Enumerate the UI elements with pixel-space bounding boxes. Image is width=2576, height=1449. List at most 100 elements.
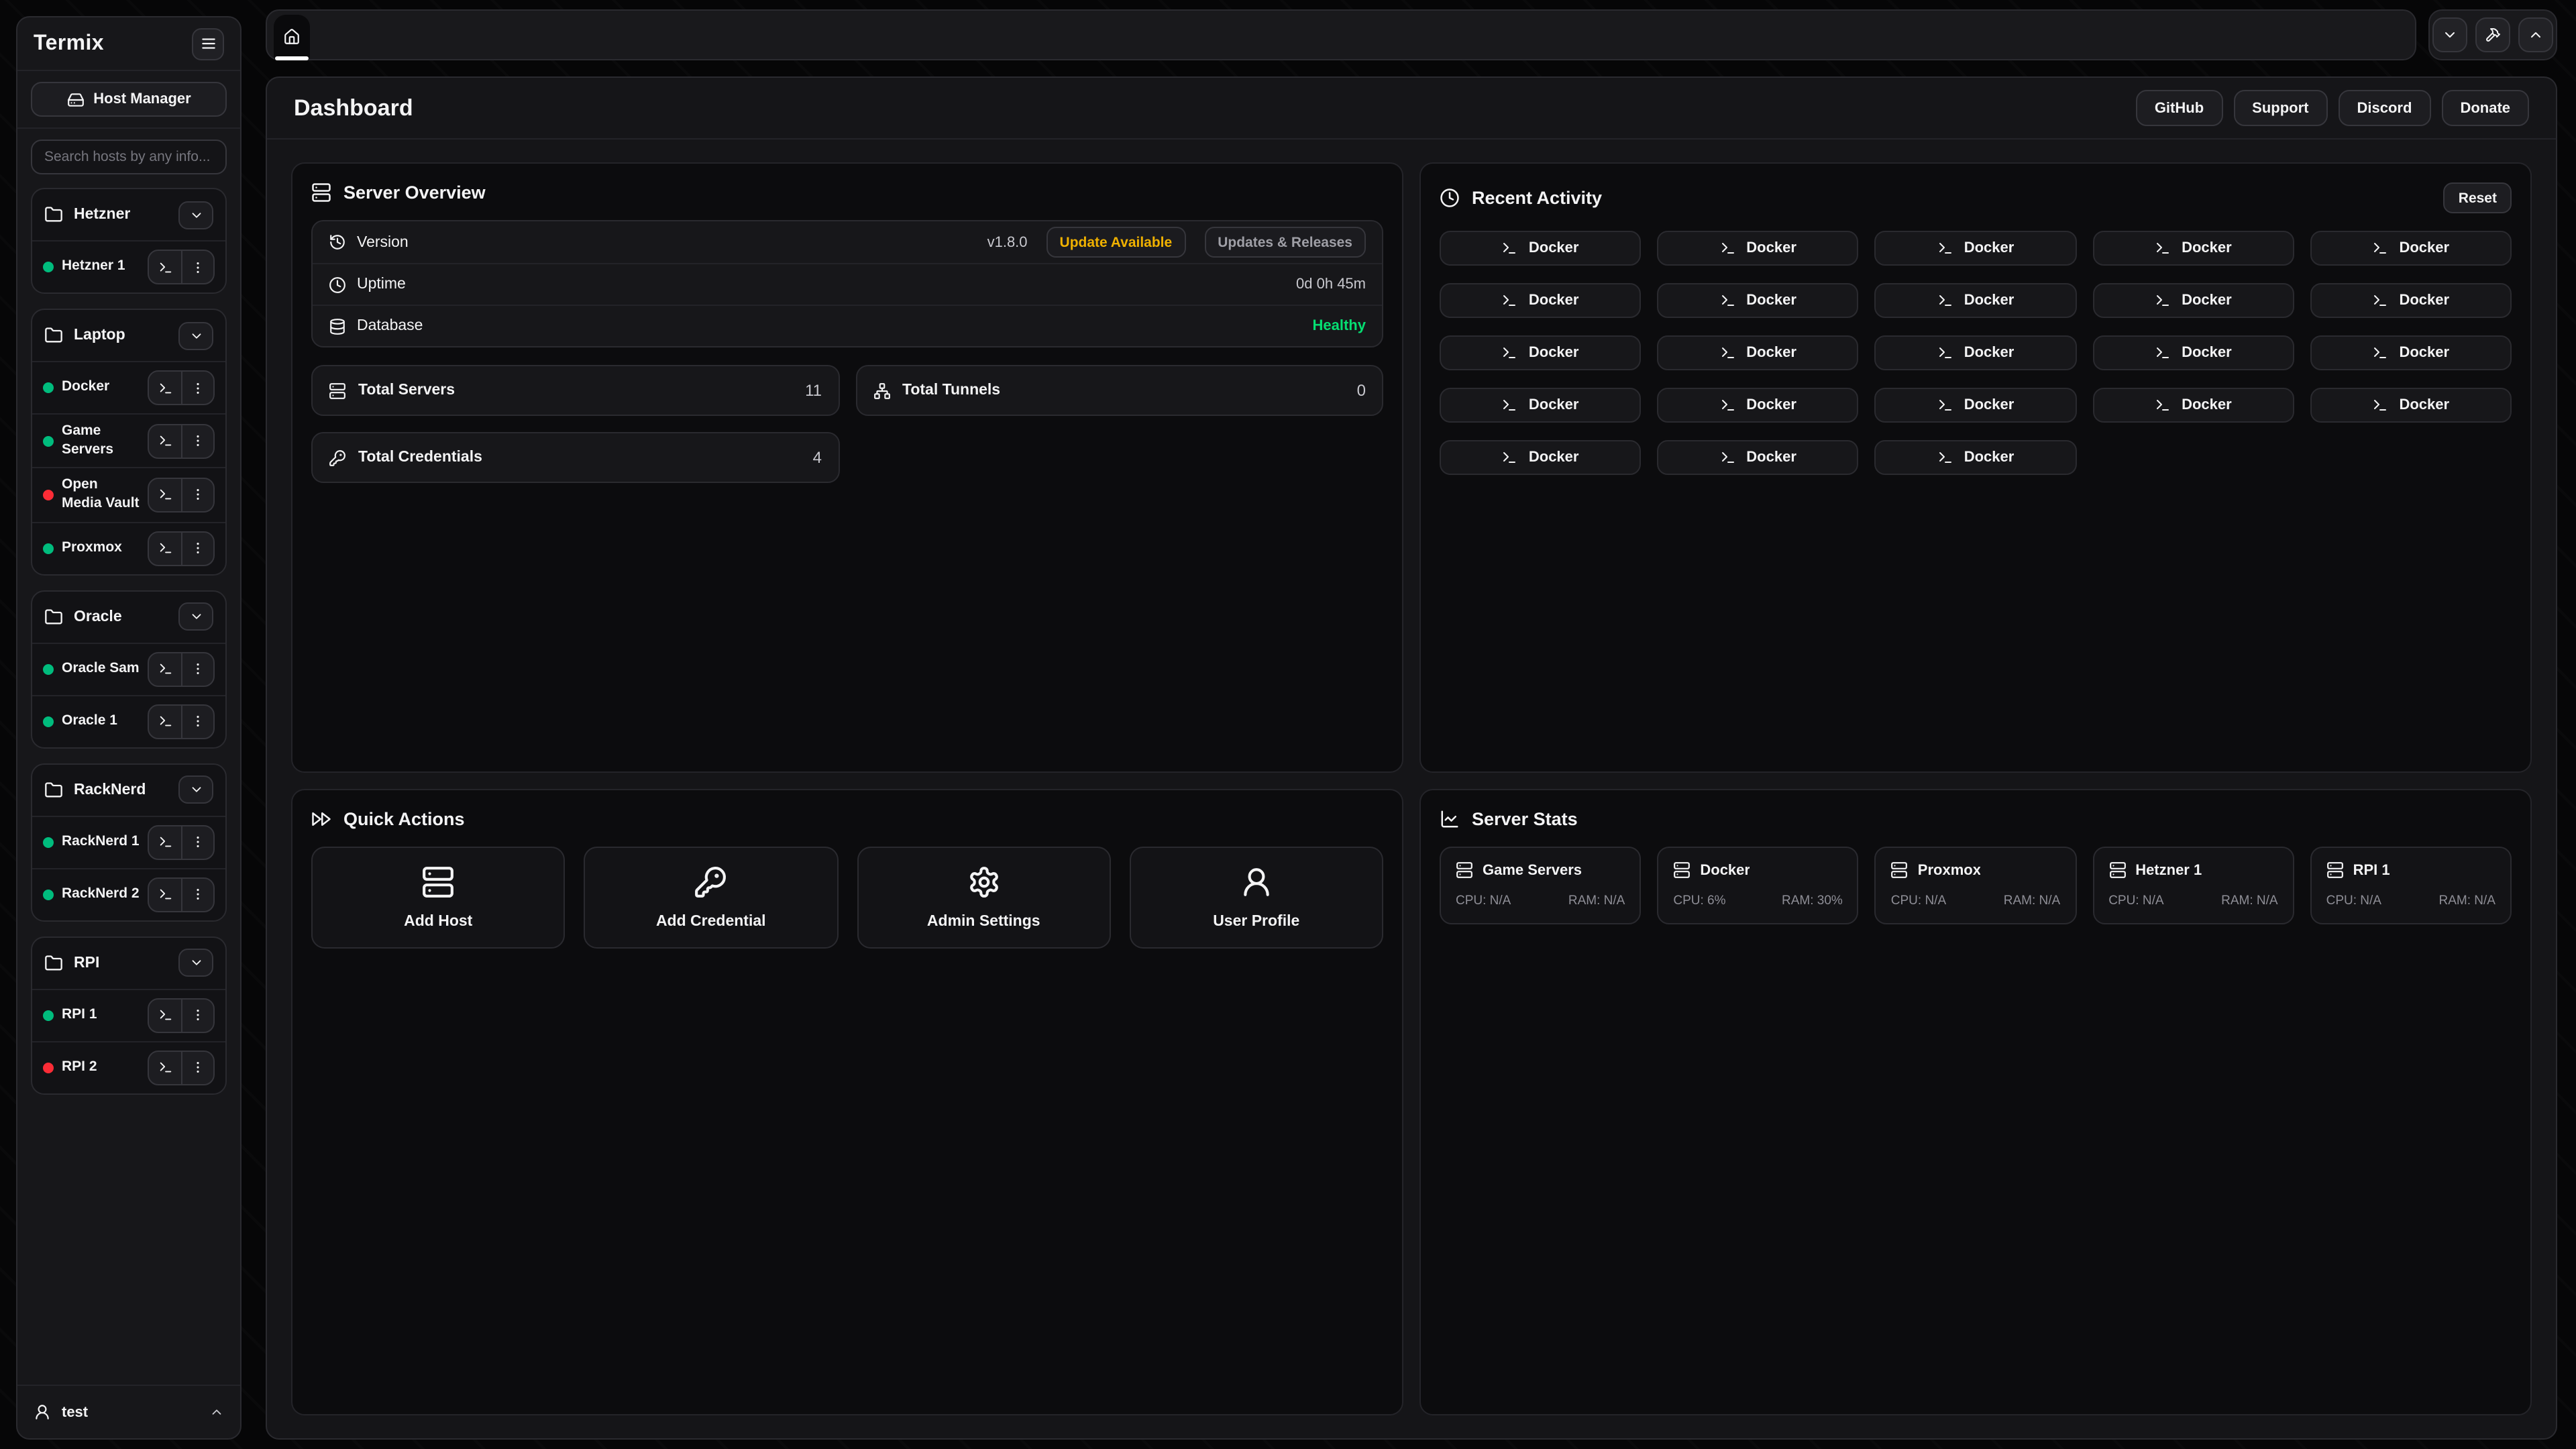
open-terminal-button[interactable] xyxy=(149,826,181,858)
activity-item-button[interactable]: Docker xyxy=(2310,388,2512,423)
activity-item-button[interactable]: Docker xyxy=(2092,231,2294,266)
open-terminal-button[interactable] xyxy=(149,532,181,564)
activity-item-button[interactable]: Docker xyxy=(1657,388,1858,423)
activity-item-button[interactable]: Docker xyxy=(2310,335,2512,370)
group-collapse-button[interactable] xyxy=(178,949,213,977)
host-groups-list: Hetzner Hetzner 1 xyxy=(17,177,240,1385)
status-dot xyxy=(43,663,54,674)
host-row[interactable]: RackNerd 2 xyxy=(32,867,225,920)
activity-item-button[interactable]: Docker xyxy=(2092,388,2294,423)
host-menu-button[interactable] xyxy=(181,251,213,283)
server-stats-header: Server Stats xyxy=(1440,809,2512,829)
host-row[interactable]: Proxmox xyxy=(32,521,225,574)
host-menu-button[interactable] xyxy=(181,705,213,737)
host-row[interactable]: Docker xyxy=(32,361,225,413)
activity-item-button[interactable]: Docker xyxy=(1875,335,2076,370)
open-terminal-button[interactable] xyxy=(149,999,181,1031)
add-credential-button[interactable]: Add Credential xyxy=(584,847,839,949)
host-name: Game Servers xyxy=(62,423,140,460)
host-menu-button[interactable] xyxy=(181,1051,213,1083)
activity-item-button[interactable]: Docker xyxy=(1440,283,1641,318)
status-dot xyxy=(43,1062,54,1073)
host-row[interactable]: Hetzner 1 xyxy=(32,240,225,292)
updates-releases-button[interactable]: Updates & Releases xyxy=(1204,227,1366,258)
host-manager-button[interactable]: Host Manager xyxy=(31,82,227,117)
collapse-tabs-button[interactable] xyxy=(2432,17,2467,52)
expand-tabs-button[interactable] xyxy=(2518,17,2553,52)
group-collapse-button[interactable] xyxy=(178,775,213,804)
host-menu-button[interactable] xyxy=(181,425,213,457)
host-row[interactable]: Oracle 1 xyxy=(32,694,225,747)
terminal-icon xyxy=(1502,292,1518,309)
activity-item-button[interactable]: Docker xyxy=(2310,231,2512,266)
activity-item-button[interactable]: Docker xyxy=(2092,335,2294,370)
header-link-button[interactable]: GitHub xyxy=(2136,90,2222,126)
admin-settings-button[interactable]: Admin Settings xyxy=(857,847,1111,949)
header-link-button[interactable]: Donate xyxy=(2441,90,2529,126)
host-row[interactable]: RPI 1 xyxy=(32,988,225,1040)
open-terminal-button[interactable] xyxy=(149,705,181,737)
reset-button[interactable]: Reset xyxy=(2444,182,2512,213)
activity-item-button[interactable]: Docker xyxy=(1875,283,2076,318)
activity-item-button[interactable]: Docker xyxy=(1440,335,1641,370)
open-terminal-button[interactable] xyxy=(149,1051,181,1083)
open-terminal-button[interactable] xyxy=(149,251,181,283)
activity-item-button[interactable]: Docker xyxy=(1440,440,1641,475)
host-row[interactable]: RPI 2 xyxy=(32,1040,225,1093)
add-host-button[interactable]: Add Host xyxy=(311,847,566,949)
open-terminal-button[interactable] xyxy=(149,479,181,511)
activity-item-button[interactable]: Docker xyxy=(1657,440,1858,475)
user-profile-button[interactable]: User Profile xyxy=(1130,847,1384,949)
kebab-menu-icon xyxy=(191,661,205,676)
stat-card-header: Hetzner 1 xyxy=(2108,861,2277,879)
home-tab[interactable] xyxy=(274,15,310,60)
activity-item-button[interactable]: Docker xyxy=(1440,388,1641,423)
host-manager-label: Host Manager xyxy=(93,91,191,107)
activity-item-button[interactable]: Docker xyxy=(1657,283,1858,318)
host-menu-button[interactable] xyxy=(181,999,213,1031)
activity-item-button[interactable]: Docker xyxy=(1875,231,2076,266)
host-row[interactable]: RackNerd 1 xyxy=(32,815,225,867)
terminal-icon xyxy=(158,488,172,502)
server-icon xyxy=(1891,861,1909,879)
host-menu-button[interactable] xyxy=(181,653,213,685)
group-collapse-button[interactable] xyxy=(178,321,213,350)
host-row[interactable]: Oracle Sam xyxy=(32,642,225,694)
update-available-button[interactable]: Update Available xyxy=(1046,227,1186,258)
group-collapse-button[interactable] xyxy=(178,602,213,631)
activity-item-button[interactable]: Docker xyxy=(2092,283,2294,318)
host-menu-button[interactable] xyxy=(181,532,213,564)
header-link-button[interactable]: Discord xyxy=(2339,90,2431,126)
user-menu-button[interactable]: test xyxy=(17,1385,240,1438)
open-terminal-button[interactable] xyxy=(149,878,181,910)
chevron-down-icon xyxy=(2442,27,2458,43)
host-menu-button[interactable] xyxy=(181,878,213,910)
activity-item-button[interactable]: Docker xyxy=(1875,388,2076,423)
open-terminal-button[interactable] xyxy=(149,653,181,685)
activity-item-button[interactable]: Docker xyxy=(1440,231,1641,266)
kebab-menu-icon xyxy=(191,488,205,502)
open-terminal-button[interactable] xyxy=(149,372,181,404)
kebab-menu-icon xyxy=(191,433,205,448)
terminal-icon xyxy=(2372,397,2388,413)
activity-item-button[interactable]: Docker xyxy=(1657,335,1858,370)
activity-item-label: Docker xyxy=(2399,292,2449,309)
host-menu-button[interactable] xyxy=(181,372,213,404)
host-menu-button[interactable] xyxy=(181,479,213,511)
host-row[interactable]: Game Servers xyxy=(32,413,225,468)
terminal-icon xyxy=(1719,240,1735,256)
activity-item-button[interactable]: Docker xyxy=(1657,231,1858,266)
sidebar-menu-button[interactable] xyxy=(192,28,224,60)
open-terminal-button[interactable] xyxy=(149,425,181,457)
activity-item-button[interactable]: Docker xyxy=(1875,440,2076,475)
tools-button[interactable] xyxy=(2475,17,2510,52)
host-name: Oracle 1 xyxy=(62,712,140,730)
host-actions xyxy=(148,370,215,405)
search-input[interactable] xyxy=(31,140,227,174)
activity-item-button[interactable]: Docker xyxy=(2310,283,2512,318)
host-row[interactable]: Open Media Vault xyxy=(32,468,225,522)
group-collapse-button[interactable] xyxy=(178,201,213,229)
host-menu-button[interactable] xyxy=(181,826,213,858)
header-link-button[interactable]: Support xyxy=(2233,90,2327,126)
activity-item-label: Docker xyxy=(1964,345,2015,361)
